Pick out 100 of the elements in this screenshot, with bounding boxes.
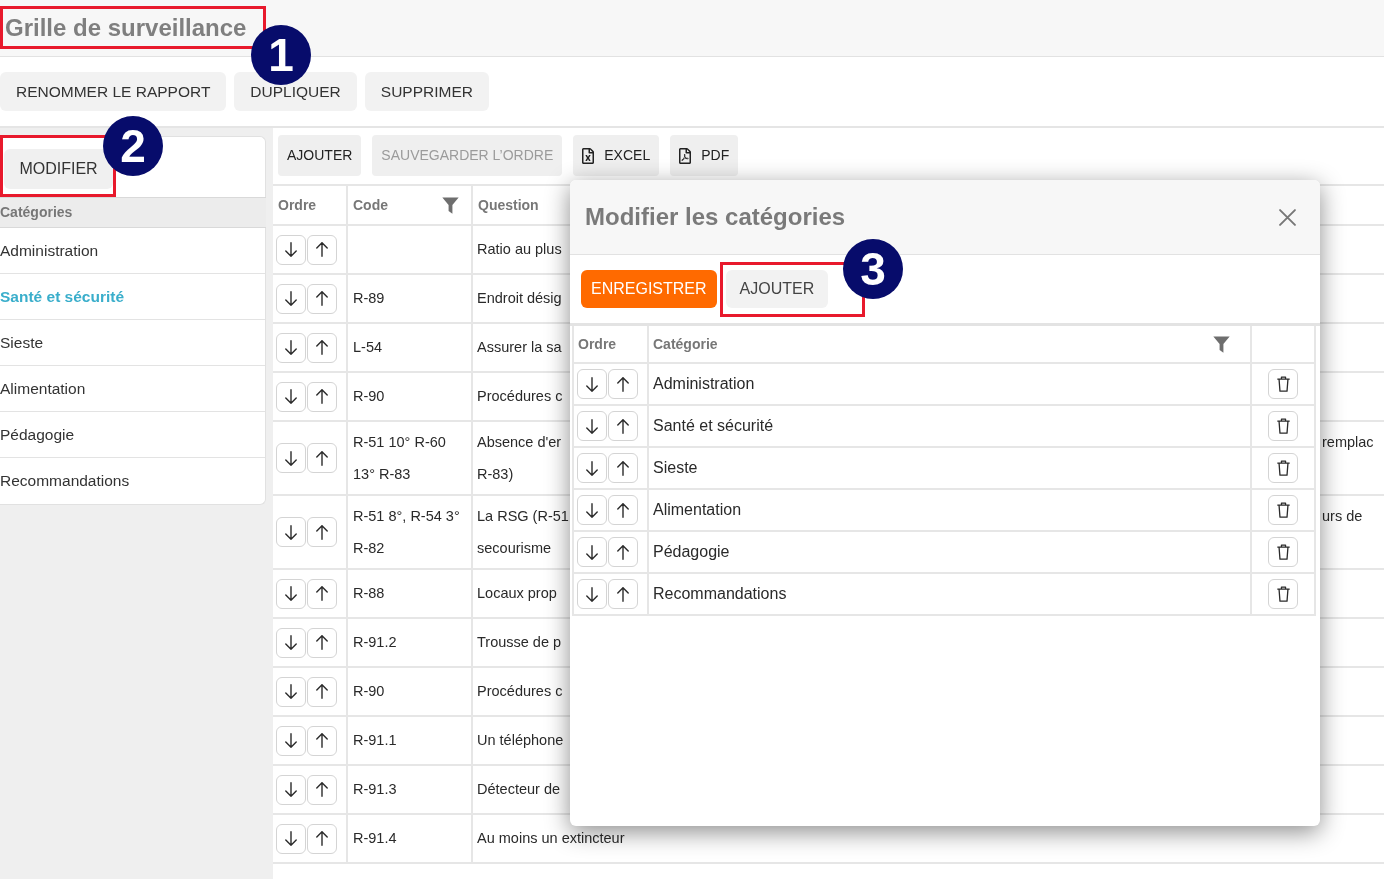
arrow-down-icon: [285, 635, 297, 650]
move-up-button[interactable]: [307, 517, 337, 547]
question-text: Trousse de p: [477, 632, 562, 652]
arrow-down-icon: [285, 291, 297, 306]
move-up-button[interactable]: [307, 578, 337, 609]
delete-button[interactable]: [1268, 537, 1298, 567]
step-number-badge: 1: [251, 25, 311, 85]
delete-button[interactable]: [1268, 453, 1298, 483]
move-down-button[interactable]: [276, 627, 306, 658]
action-button[interactable]: SUPPRIMER: [364, 72, 489, 111]
move-up-button[interactable]: [307, 774, 337, 805]
arrow-down-icon: [586, 376, 598, 392]
move-down-button[interactable]: [276, 517, 306, 547]
code-text: R-91.1: [353, 730, 397, 750]
move-up-button[interactable]: [608, 495, 638, 525]
arrow-up-icon: [316, 340, 328, 355]
question-text: Un téléphone: [477, 730, 564, 750]
move-down-button[interactable]: [577, 579, 607, 609]
dialog-action-button[interactable]: AJOUTER: [725, 270, 829, 308]
column-title: Ordre: [578, 334, 617, 354]
arrow-up-icon: [316, 242, 328, 257]
delete-button[interactable]: [1268, 495, 1298, 525]
action-button[interactable]: DUPLIQUER: [234, 72, 357, 111]
move-down-button[interactable]: [276, 332, 306, 363]
code-text: R-91.2: [353, 632, 397, 652]
move-down-button[interactable]: [276, 578, 306, 609]
arrow-up-icon: [617, 460, 629, 476]
arrow-down-icon: [285, 684, 297, 699]
category-name: Santé et sécurité: [653, 416, 774, 436]
move-down-button[interactable]: [577, 537, 607, 567]
arrow-down-icon: [285, 524, 297, 540]
move-up-button[interactable]: [307, 627, 337, 658]
question-text: Assurer la sa: [477, 337, 562, 357]
toolbar-button[interactable]: AJOUTER: [278, 135, 362, 176]
move-up-button[interactable]: [307, 823, 337, 854]
move-down-button[interactable]: [577, 369, 607, 399]
move-down-button[interactable]: [577, 411, 607, 441]
question-text: Ratio au plus: [477, 239, 562, 259]
move-down-button[interactable]: [276, 725, 306, 756]
arrow-down-icon: [285, 242, 297, 257]
arrow-down-icon: [285, 340, 297, 355]
move-down-button[interactable]: [577, 495, 607, 525]
move-up-button[interactable]: [608, 579, 638, 609]
toolbar-button[interactable]: PDF: [670, 135, 739, 176]
question-text: Locaux prop: [477, 583, 557, 603]
action-button[interactable]: RENOMMER LE RAPPORT: [0, 72, 227, 111]
question-text: remplac: [1322, 434, 1374, 450]
category-item[interactable]: Sieste: [0, 320, 265, 366]
move-down-button[interactable]: [276, 234, 306, 265]
delete-button[interactable]: [1268, 579, 1298, 609]
code-text: R-88: [353, 583, 385, 603]
arrow-up-icon: [316, 291, 328, 306]
arrow-up-icon: [617, 376, 629, 392]
filter-icon[interactable]: [1213, 335, 1230, 353]
arrow-down-icon: [285, 831, 297, 846]
category-name: Pédagogie: [653, 542, 730, 562]
move-up-button[interactable]: [608, 369, 638, 399]
move-down-button[interactable]: [276, 283, 306, 314]
move-down-button[interactable]: [276, 823, 306, 854]
move-up-button[interactable]: [608, 537, 638, 567]
question-text: La RSG (R-51 secourisme: [477, 507, 569, 558]
category-item[interactable]: Recommandations: [0, 458, 265, 504]
move-down-button[interactable]: [276, 443, 306, 473]
move-up-button[interactable]: [307, 725, 337, 756]
move-up-button[interactable]: [307, 332, 337, 363]
move-up-button[interactable]: [307, 443, 337, 473]
category-name: Sieste: [653, 458, 698, 478]
delete-button[interactable]: [1268, 369, 1298, 399]
move-up-button[interactable]: [608, 453, 638, 483]
category-item[interactable]: Administration: [0, 228, 265, 274]
move-up-button[interactable]: [307, 381, 337, 412]
trash-icon: [1276, 418, 1290, 434]
filter-icon[interactable]: [442, 196, 459, 214]
category-item[interactable]: Pédagogie: [0, 412, 265, 458]
spreadsheet-file-icon: [582, 147, 595, 164]
trash-icon: [1276, 544, 1290, 560]
trash-icon: [1276, 502, 1290, 518]
move-down-button[interactable]: [577, 453, 607, 483]
arrow-up-icon: [316, 450, 328, 466]
step-number-badge: 3: [843, 239, 903, 299]
arrow-down-icon: [285, 389, 297, 404]
edit-button[interactable]: MODIFIER: [4, 149, 113, 189]
code-text: R-51 8°, R-54 3° R-82: [353, 507, 460, 558]
move-up-button[interactable]: [608, 411, 638, 441]
arrow-down-icon: [586, 418, 598, 434]
toolbar-button[interactable]: EXCEL: [573, 135, 660, 176]
close-button[interactable]: [1279, 208, 1296, 226]
arrow-down-icon: [285, 450, 297, 466]
category-item[interactable]: Alimentation: [0, 366, 265, 412]
pdf-file-icon: [679, 147, 692, 164]
move-down-button[interactable]: [276, 381, 306, 412]
question-text: urs de: [1322, 508, 1363, 524]
code-text: R-91.4: [353, 828, 397, 848]
move-up-button[interactable]: [307, 234, 337, 265]
arrow-down-icon: [586, 544, 598, 560]
move-up-button[interactable]: [307, 676, 337, 707]
move-down-button[interactable]: [276, 676, 306, 707]
move-down-button[interactable]: [276, 774, 306, 805]
move-up-button[interactable]: [307, 283, 337, 314]
delete-button[interactable]: [1268, 411, 1298, 441]
